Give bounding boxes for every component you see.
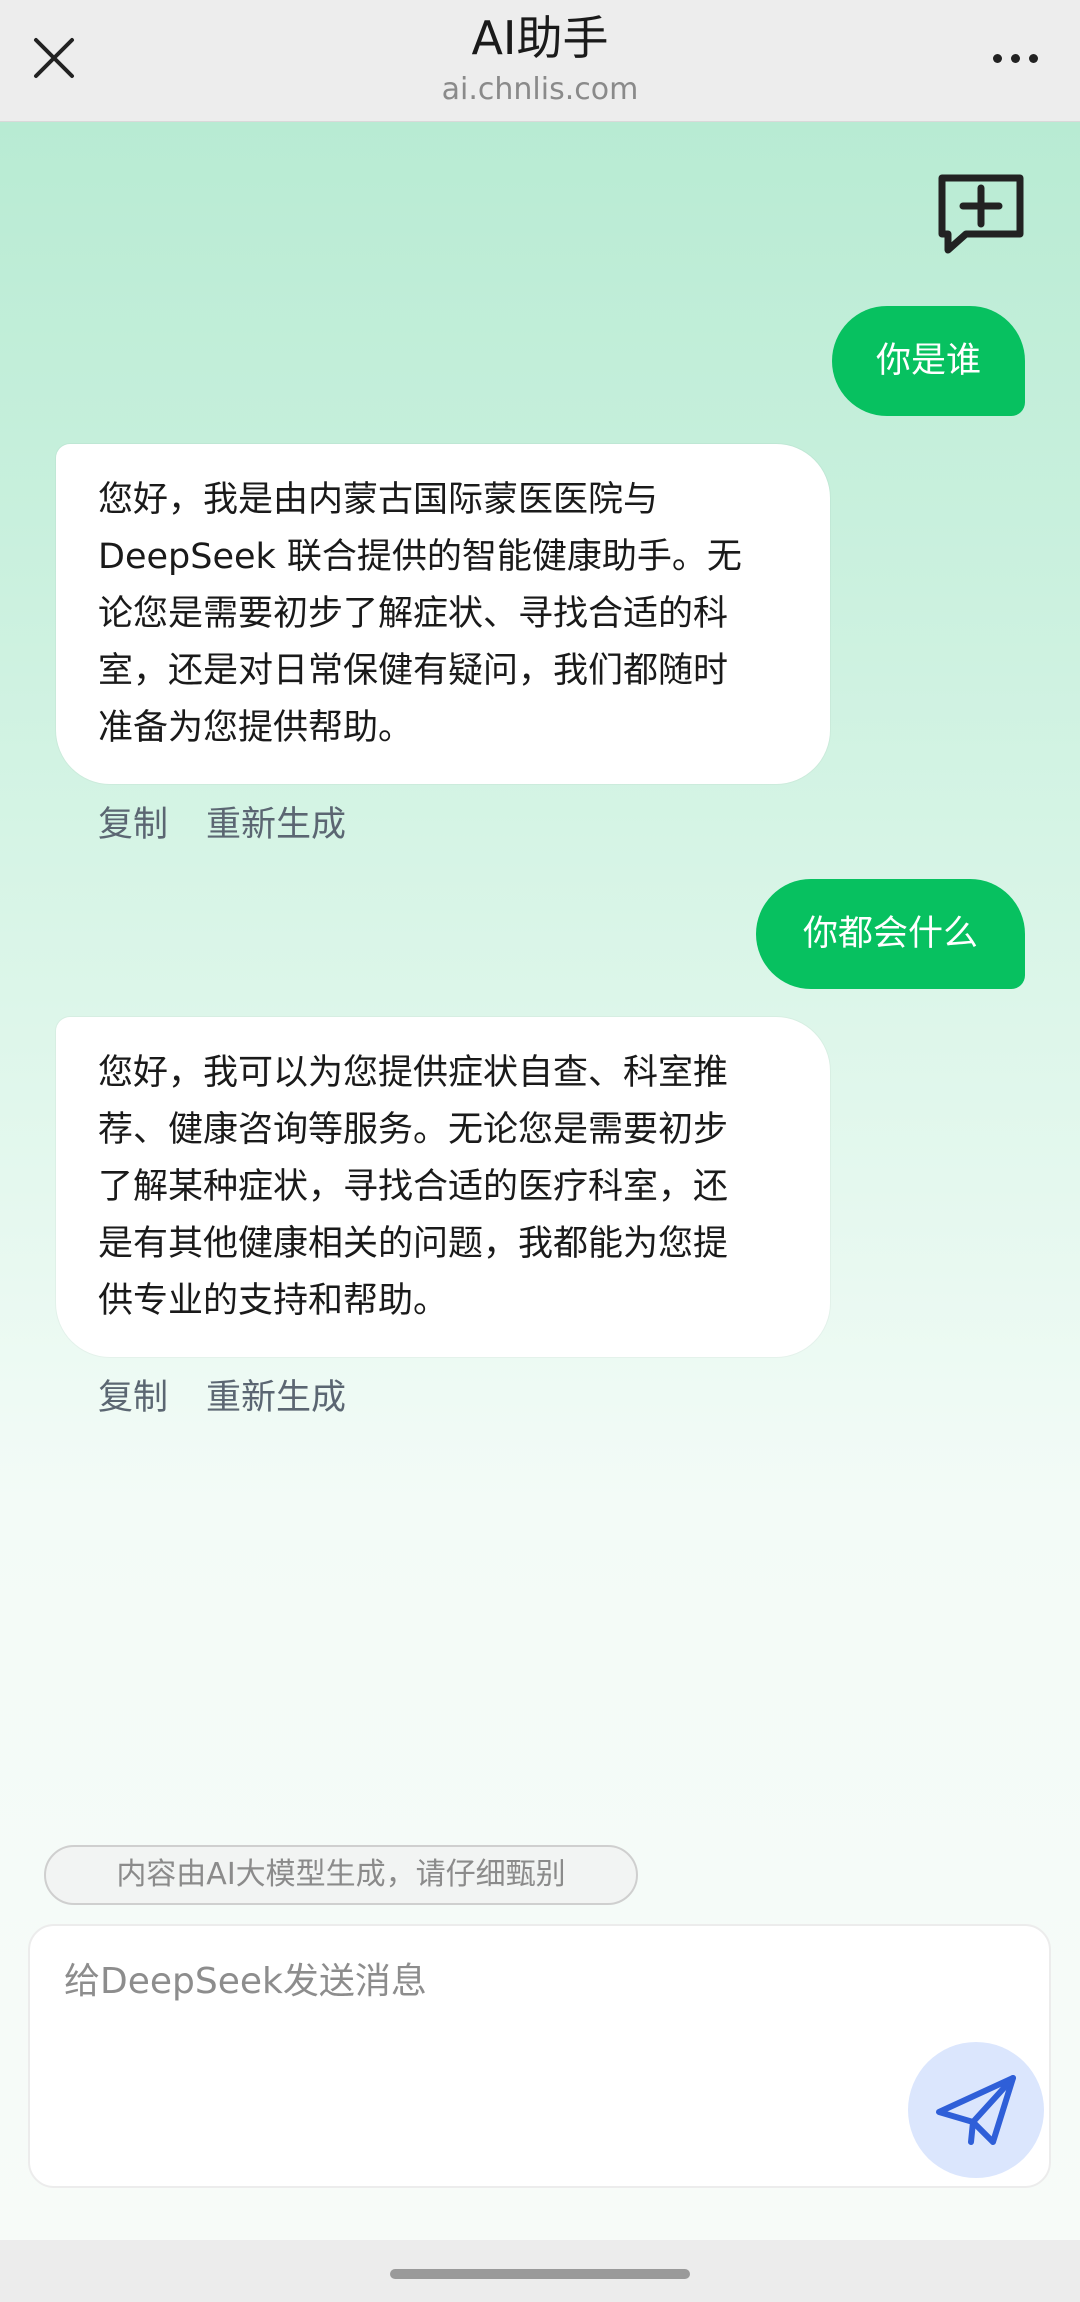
more-dot [1028, 53, 1038, 63]
regenerate-button[interactable]: 重新生成 [206, 796, 346, 847]
more-dot [992, 53, 1002, 63]
home-indicator[interactable] [390, 2269, 690, 2279]
message-line: 是有其他健康相关的问题，我都能为您提 [98, 1224, 729, 1264]
assistant-message: 您好，我是由内蒙古国际蒙医医院与 DeepSeek 联合提供的智能健康助手。无 … [56, 444, 830, 784]
message-line: 论您是需要初步了解症状、寻找合适的科 [98, 594, 729, 634]
message-line: 了解某种症状，寻找合适的医疗科室，还 [98, 1167, 729, 1207]
message-line: 您好，我是由内蒙古国际蒙医医院与 [98, 480, 659, 520]
message-line: DeepSeek 联合提供的智能健康助手。无 [98, 537, 742, 577]
page-title: AI助手 [471, 11, 609, 65]
message-line: 您好，我可以为您提供症状自查、科室推 [98, 1053, 729, 1093]
message-line: 供专业的支持和帮助。 [98, 1281, 449, 1321]
page-url: ai.chnlis.com [441, 72, 639, 107]
copy-button[interactable]: 复制 [98, 1369, 168, 1420]
more-icon[interactable] [980, 30, 1050, 86]
message-input[interactable]: 给DeepSeek发送消息 [28, 1924, 1051, 2188]
user-message: 你都会什么 [756, 879, 1025, 989]
ai-disclaimer: 内容由AI大模型生成，请仔细甄别 [44, 1845, 638, 1905]
input-placeholder: 给DeepSeek发送消息 [64, 1961, 427, 2002]
chat-area: 你是谁 您好，我是由内蒙古国际蒙医医院与 DeepSeek 联合提供的智能健康助… [0, 122, 1080, 2240]
message-line: 准备为您提供帮助。 [98, 708, 414, 748]
system-nav-bar [0, 2240, 1080, 2302]
send-icon [936, 2075, 1016, 2145]
new-chat-icon[interactable] [936, 172, 1026, 258]
message-line: 室，还是对日常保健有疑问，我们都随时 [98, 651, 729, 691]
user-message: 你是谁 [832, 306, 1025, 416]
more-dot [1010, 53, 1020, 63]
top-bar: AI助手 ai.chnlis.com [0, 0, 1080, 122]
copy-button[interactable]: 复制 [98, 796, 168, 847]
assistant-message: 您好，我可以为您提供症状自查、科室推 荐、健康咨询等服务。无论您是需要初步 了解… [56, 1017, 830, 1357]
message-actions: 复制 重新生成 [98, 796, 346, 847]
message-line: 荐、健康咨询等服务。无论您是需要初步 [98, 1110, 729, 1150]
regenerate-button[interactable]: 重新生成 [206, 1369, 346, 1420]
send-button[interactable] [908, 2042, 1044, 2178]
message-actions: 复制 重新生成 [98, 1369, 346, 1420]
